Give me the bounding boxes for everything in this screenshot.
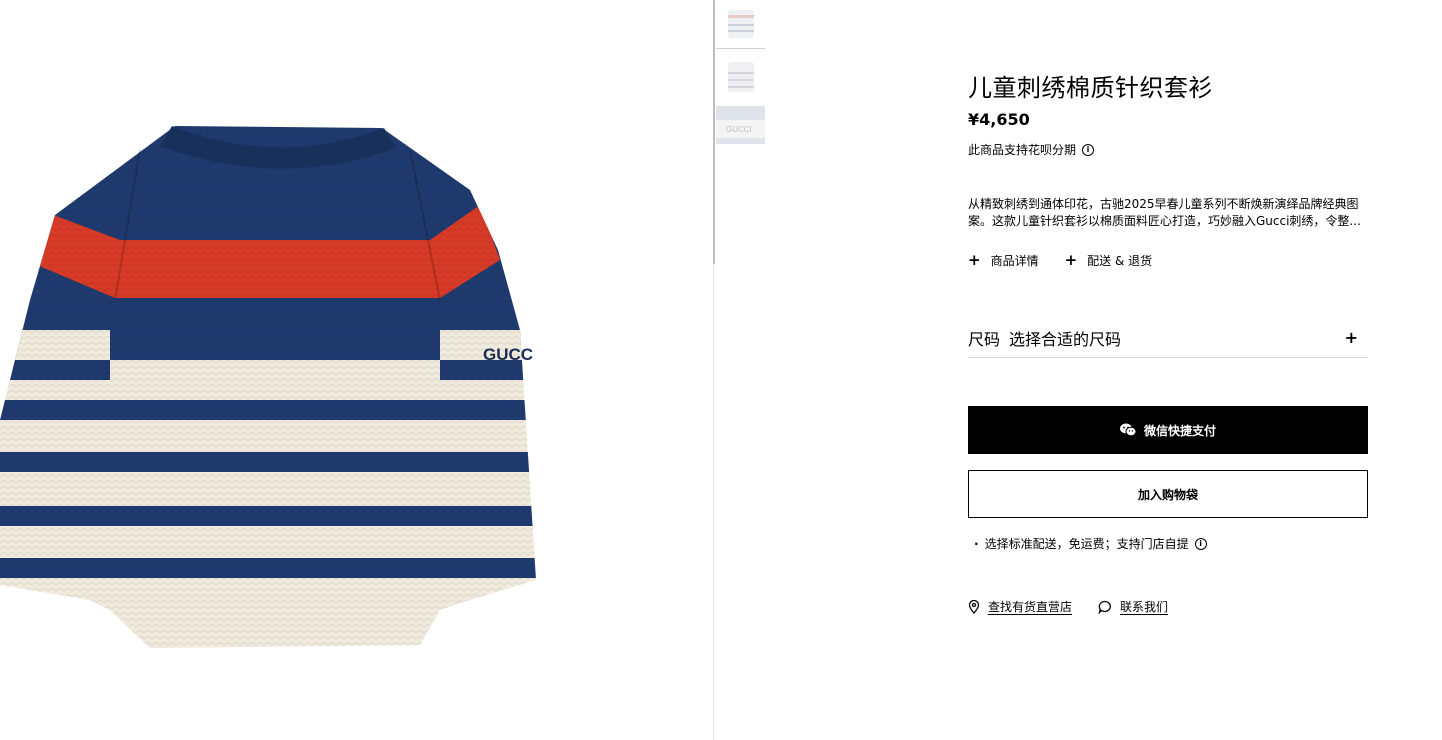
size-selector-label-group: 尺码 选择合适的尺码 <box>968 326 1121 354</box>
shipping-returns-toggle[interactable]: + 配送 & 退货 <box>1065 252 1153 269</box>
thumbnail-2[interactable] <box>716 54 765 100</box>
description-line-2: 案。这款儿童针织套衫以棉质面料匠心打造，巧妙融入Gucci刺绣，令整... <box>968 214 1361 228</box>
size-selector[interactable]: 尺码 选择合适的尺码 + <box>968 322 1368 358</box>
thumbnail-scrollbar[interactable] <box>713 0 715 264</box>
location-pin-icon <box>968 599 980 614</box>
installment-text: 此商品支持花呗分期 <box>968 143 1077 157</box>
sleeve-embroidery-text: GUCC <box>483 345 533 364</box>
product-price: ¥4,650 <box>968 110 1030 129</box>
info-icon[interactable]: i <box>1194 537 1207 550</box>
thumbnail-3[interactable]: GUCCI <box>716 104 765 150</box>
info-icon[interactable]: i <box>1082 143 1095 156</box>
sweater-illustration: GUCC <box>0 126 536 648</box>
add-to-bag-label: 加入购物袋 <box>1137 487 1198 502</box>
expandable-links: + 商品详情 + 配送 & 退货 <box>968 252 1152 269</box>
find-store-label: 查找有货直营店 <box>988 600 1073 614</box>
plus-icon: + <box>1344 328 1358 347</box>
installment-info: 此商品支持花呗分期 i <box>968 141 1095 158</box>
plus-icon: + <box>968 251 981 269</box>
product-title: 儿童刺绣棉质针织套衫 <box>968 74 1213 102</box>
chat-bubble-icon <box>1098 600 1111 614</box>
thumbnail-1[interactable] <box>716 0 765 49</box>
product-details-label: 商品详情 <box>990 254 1039 268</box>
size-label: 尺码 <box>968 329 1001 349</box>
product-main-image: GUCC <box>0 0 713 740</box>
shipping-returns-label: 配送 & 退货 <box>1087 254 1153 268</box>
store-contact-links: 查找有货直营店 联系我们 <box>968 598 1168 615</box>
product-details-toggle[interactable]: + 商品详情 <box>968 252 1039 269</box>
contact-us-link[interactable]: 联系我们 <box>1098 598 1168 615</box>
thumbnail-1-image <box>728 10 754 38</box>
thumbnail-strip: GUCCI <box>716 0 766 160</box>
wechat-pay-button[interactable]: 微信快捷支付 <box>968 406 1368 454</box>
delivery-note-text: 选择标准配送，免运费；支持门店自提 <box>984 537 1189 551</box>
thumbnail-logo-text: GUCCI <box>726 125 752 134</box>
size-placeholder: 选择合适的尺码 <box>1009 329 1122 349</box>
plus-icon: + <box>1064 251 1078 269</box>
description-line-1: 从精致刺绣到通体印花，古驰2025早春儿童系列不断焕新演绎品牌经典图 <box>968 197 1359 211</box>
find-store-link[interactable]: 查找有货直营店 <box>968 598 1072 615</box>
thumbnail-3-image: GUCCI <box>716 106 765 144</box>
contact-us-label: 联系我们 <box>1120 600 1169 614</box>
thumbnail-2-image <box>728 62 754 92</box>
bullet-dot: · <box>974 536 979 551</box>
wechat-pay-label: 微信快捷支付 <box>1143 423 1216 438</box>
wechat-icon <box>1119 423 1136 437</box>
delivery-note: · 选择标准配送，免运费；支持门店自提 i <box>974 535 1207 552</box>
product-description: 从精致刺绣到通体印花，古驰2025早春儿童系列不断焕新演绎品牌经典图 案。这款儿… <box>968 196 1368 230</box>
add-to-bag-button[interactable]: 加入购物袋 <box>968 470 1368 518</box>
